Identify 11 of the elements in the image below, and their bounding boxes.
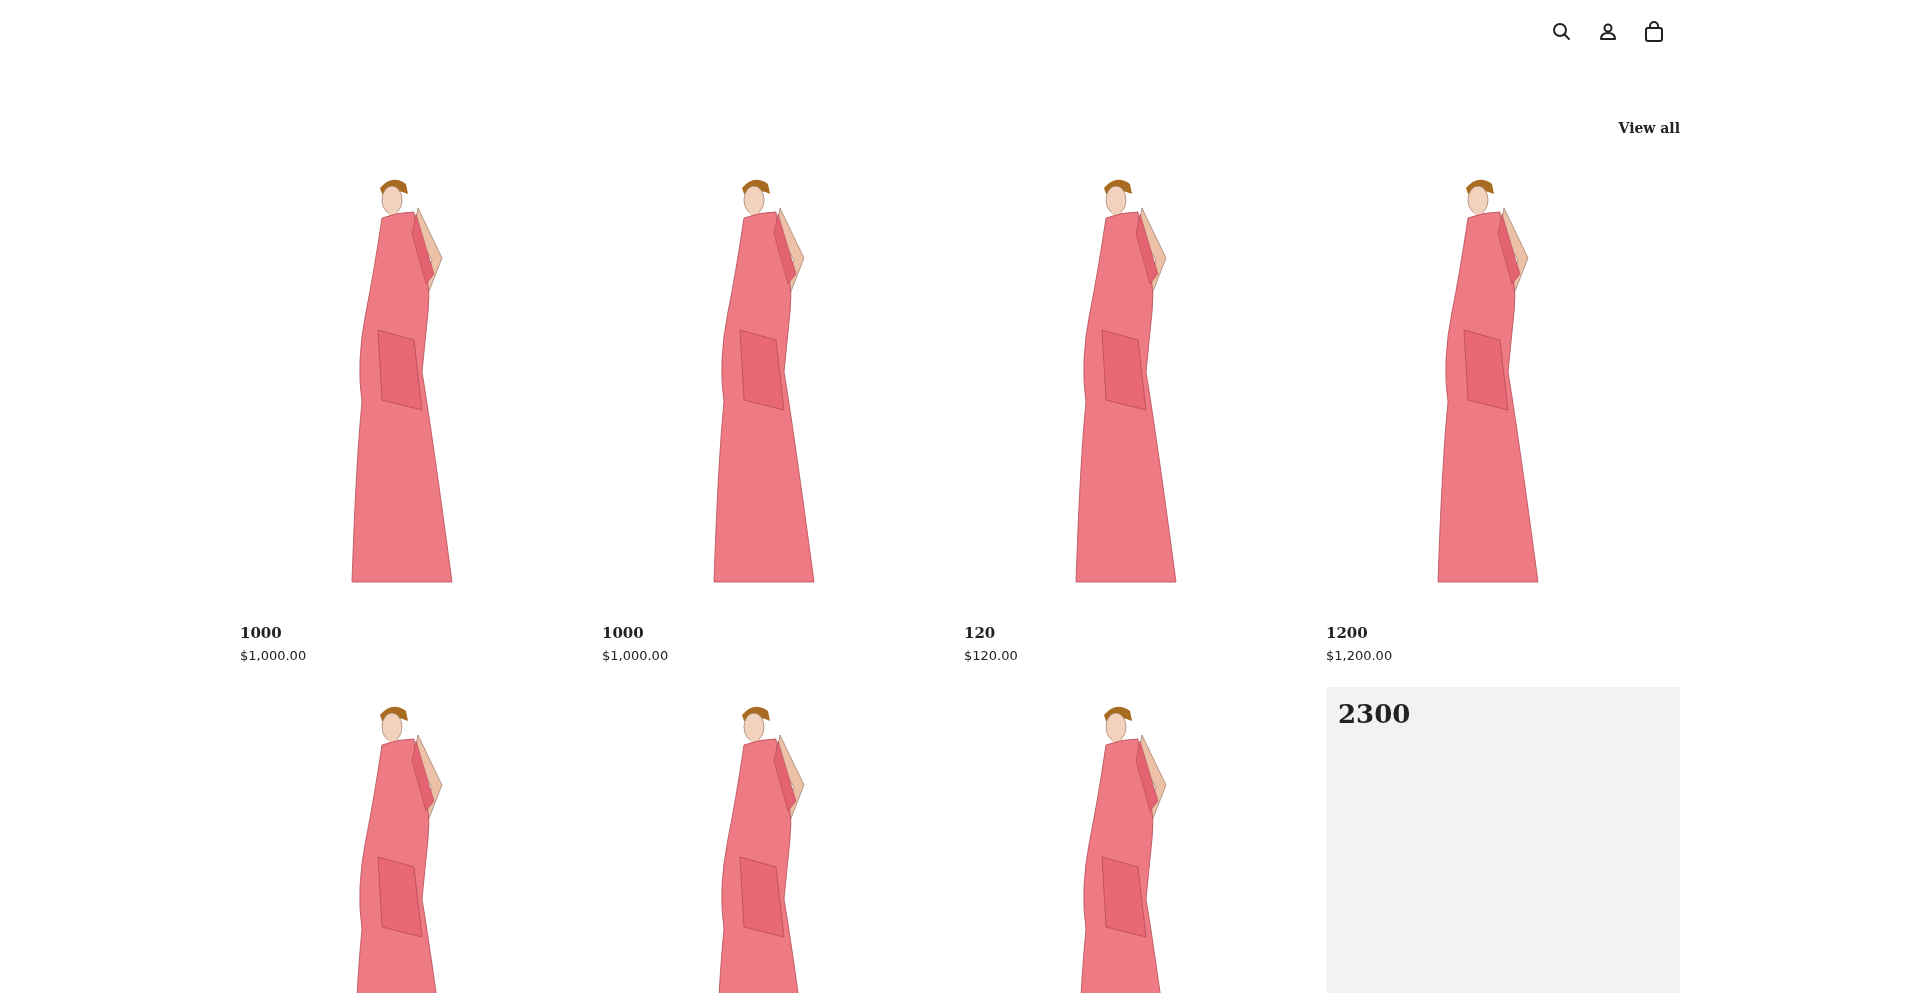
product-price: $1,200.00 [1326,648,1394,663]
view-all-link[interactable]: View all [1618,120,1680,136]
product-title[interactable]: 120 [964,624,996,642]
product-card[interactable]: 2300 [1326,687,1680,993]
product-title[interactable]: 1000 [602,624,644,642]
product-price: $120.00 [964,648,1019,663]
product-price: $1,000.00 [602,648,670,663]
product-title[interactable]: 1000 [240,624,282,642]
product-title[interactable]: 1200 [1326,624,1368,642]
product-price: $1,000.00 [240,648,308,663]
product-title: 2300 [1337,698,1412,731]
